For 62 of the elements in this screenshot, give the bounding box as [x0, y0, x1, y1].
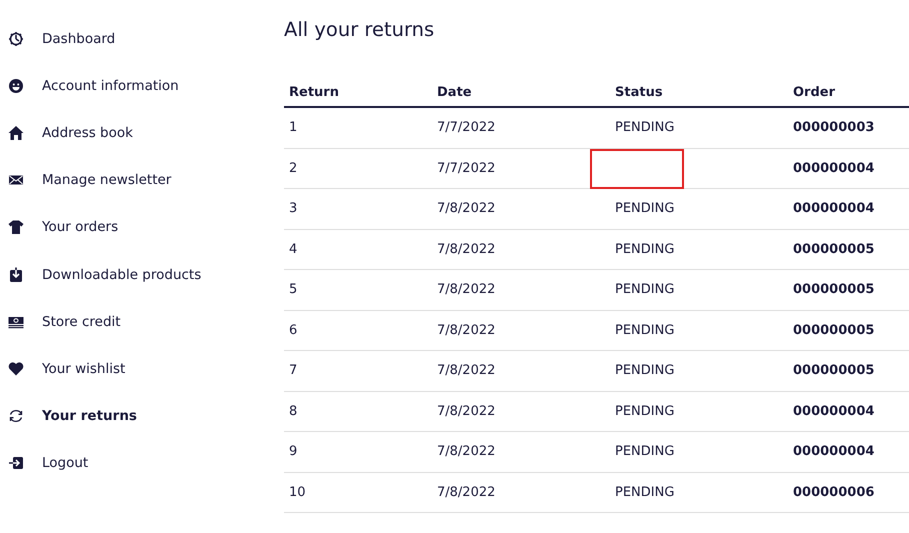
table-cell: 9	[284, 432, 432, 472]
table-cell: 000000004	[788, 148, 909, 188]
sidebar-item[interactable]: Address book	[0, 109, 284, 157]
table-cell: 10	[284, 472, 432, 512]
column-header: Status	[610, 77, 788, 107]
table-cell: 7/8/2022	[432, 432, 610, 472]
table-cell: PENDING	[615, 120, 674, 136]
table-cell: 8	[284, 391, 432, 432]
sidebar-item[interactable]: Manage newsletter	[0, 156, 284, 204]
table-cell: 000000005	[788, 350, 909, 391]
table-cell: 1	[284, 107, 432, 148]
sidebar-item[interactable]: Your orders	[0, 204, 284, 251]
table-cell: 000000004	[788, 391, 909, 432]
sidebar-item[interactable]: Your returns	[0, 392, 284, 440]
sidebar-item[interactable]: Store credit	[0, 298, 284, 346]
house-icon	[8, 124, 24, 141]
table-cell: PENDING	[615, 282, 674, 298]
sidebar-item[interactable]: Logout	[0, 440, 284, 487]
table-cell: 4	[284, 229, 432, 270]
table-cell: 000000006	[788, 472, 909, 512]
table-cell: 6	[284, 310, 432, 350]
table-cell: 000000005	[788, 229, 909, 270]
table-cell: 7/8/2022	[432, 350, 610, 391]
table-cell: 000000003	[788, 107, 909, 148]
column-header: Date	[432, 77, 610, 107]
table-cell: 2	[284, 148, 432, 188]
heart-icon	[8, 360, 24, 377]
table-cell: PENDING	[615, 444, 674, 460]
table-cell: 000000004	[788, 188, 909, 229]
table-cell: 000000004	[788, 432, 909, 472]
table-cell: PENDING	[615, 242, 674, 257]
table-cell: PENDING	[615, 322, 674, 338]
table-cell: 7/8/2022	[432, 310, 610, 350]
table-cell: PENDING	[615, 363, 674, 378]
t-shirt-icon	[8, 219, 24, 236]
table-cell: PENDING	[615, 484, 674, 500]
table-cell: PENDING	[615, 404, 674, 419]
table-cell: 7/8/2022	[432, 270, 610, 310]
table-cell: 7/8/2022	[432, 188, 610, 229]
table-cell: 7/7/2022	[432, 107, 610, 148]
table-cell: 5	[284, 270, 432, 310]
table-cell: 7/7/2022	[432, 148, 610, 188]
table-cell: 000000005	[788, 310, 909, 350]
sidebar-item[interactable]: Downloadable products	[0, 250, 284, 298]
dashboard-icon	[8, 30, 24, 47]
sidebar-item[interactable]: Account information	[0, 62, 284, 110]
column-header: Order	[788, 77, 909, 107]
sidebar-item[interactable]: Your wishlist	[0, 345, 284, 392]
refresh-icon	[8, 408, 24, 424]
table-cell: 7/8/2022	[432, 391, 610, 432]
table-cell: 7/8/2022	[432, 229, 610, 270]
sidebar-item[interactable]: Dashboard	[0, 15, 284, 62]
table-cell: PENDING	[615, 201, 674, 216]
table-cell: 7	[284, 350, 432, 391]
table-cell: 3	[284, 188, 432, 229]
table-cell: 7/8/2022	[432, 472, 610, 512]
download-icon	[8, 266, 24, 283]
page-title: All your returns	[284, 18, 436, 41]
table-cell: 000000005	[788, 270, 909, 310]
smiley-icon	[8, 78, 24, 94]
column-header: Return	[284, 77, 432, 107]
logout-icon	[8, 455, 24, 472]
